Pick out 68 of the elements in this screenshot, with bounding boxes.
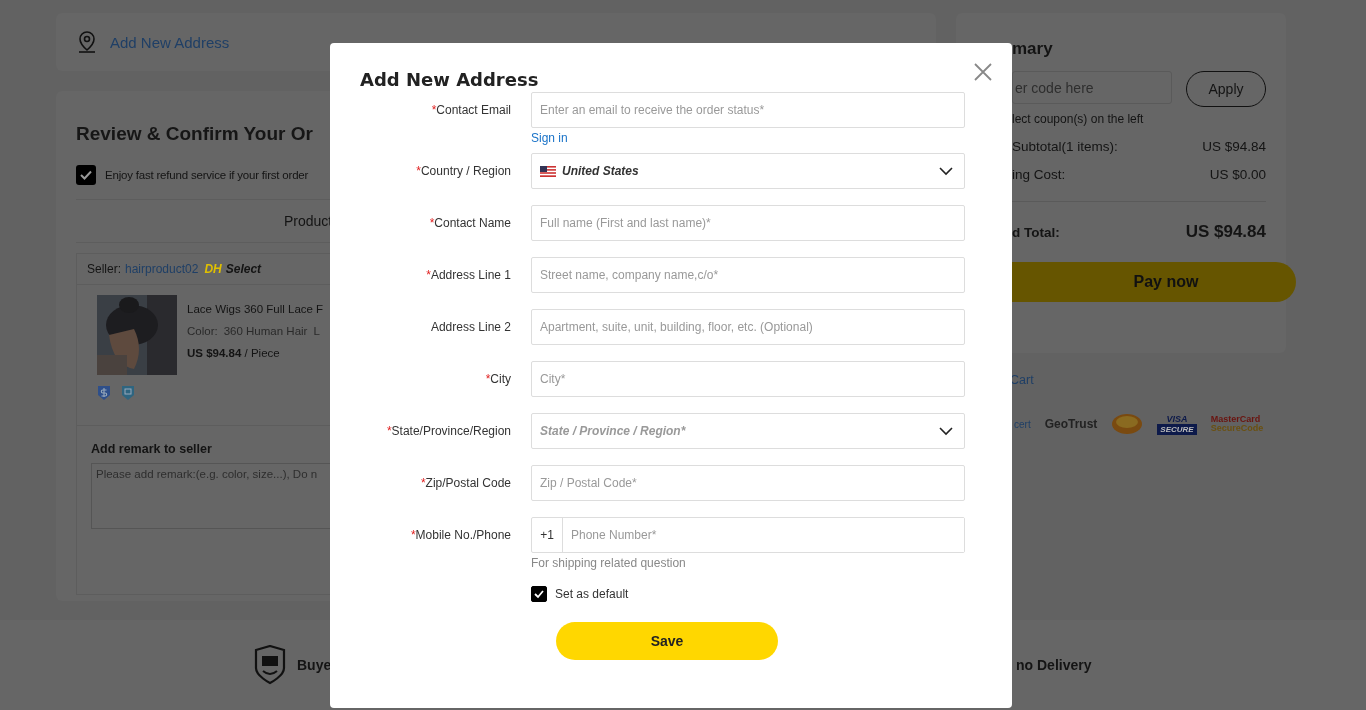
mastercard-logo: MasterCard SecureCode bbox=[1210, 415, 1264, 433]
dropdown-field[interactable]: State / Province / Region* bbox=[531, 413, 965, 449]
field-label: Address Line 2 bbox=[430, 320, 511, 334]
summary-label: ing Cost: bbox=[1012, 167, 1066, 182]
seller-label: Seller: bbox=[87, 262, 121, 276]
field-label: City bbox=[490, 372, 511, 386]
shield-dollar-icon bbox=[97, 385, 111, 401]
required-mark: * bbox=[420, 476, 426, 490]
field-label: State/Province/Region bbox=[391, 424, 511, 438]
refund-checkbox[interactable] bbox=[76, 165, 96, 185]
sign-in-link[interactable]: Sign in bbox=[531, 131, 965, 145]
shield-icon bbox=[253, 645, 287, 685]
trust-logo: GeoTrust bbox=[1044, 417, 1098, 431]
product-title: Lace Wigs 360 Full Lace F bbox=[187, 303, 324, 315]
total-value: US $94.84 bbox=[1185, 222, 1266, 242]
text-field[interactable]: Street name, company name,c/o* bbox=[531, 257, 965, 293]
phone-field[interactable]: +1 Phone Number* bbox=[531, 517, 965, 553]
text-field[interactable]: Full name (First and last name)* bbox=[531, 205, 965, 241]
footer-text: Buye bbox=[297, 657, 332, 673]
text-field[interactable]: Enter an email to receive the order status* bbox=[531, 92, 965, 128]
dialog-title: Add New Address bbox=[360, 69, 539, 90]
summary-title: mary bbox=[1012, 39, 1054, 59]
field-hint: For shipping related question bbox=[531, 556, 687, 570]
field-label: Address Line 1 bbox=[430, 268, 511, 282]
coupon-field[interactable]: er code here bbox=[1012, 71, 1172, 104]
required-mark: * bbox=[429, 216, 435, 230]
color-value: 360 Human Hair bbox=[223, 325, 308, 337]
field-label: Contact Name bbox=[434, 216, 511, 230]
default-label: Set as default bbox=[555, 587, 629, 601]
chevron-down-icon bbox=[939, 166, 953, 176]
field-label: Contact Email bbox=[436, 103, 511, 117]
required-mark: * bbox=[416, 164, 421, 178]
required-mark: * bbox=[386, 424, 392, 438]
add-address-link[interactable]: Add New Address bbox=[110, 33, 230, 51]
required-mark: * bbox=[431, 103, 437, 117]
review-title: Review & Confirm Your Or bbox=[76, 123, 313, 145]
refund-label: Enjoy fast refund service if your first order bbox=[105, 169, 309, 181]
coupon-hint: lect coupon(s) on the left bbox=[1012, 112, 1145, 126]
default-checkbox[interactable] bbox=[531, 586, 547, 602]
color-label: Color: bbox=[187, 325, 218, 337]
field-label: Mobile No./Phone bbox=[415, 528, 511, 542]
seal-icon bbox=[1111, 413, 1144, 435]
footer-text: no Delivery bbox=[1016, 657, 1092, 673]
summary-value: US $0.00 bbox=[1209, 167, 1266, 182]
text-field[interactable]: Apartment, suite, unit, building, floor, etc. (Optional) bbox=[531, 309, 965, 345]
product-price: US $94.84 bbox=[187, 347, 242, 359]
visa-logo: VISA SECURE bbox=[1157, 413, 1197, 435]
field-label: Country / Region bbox=[420, 164, 511, 178]
price-unit: / Piece bbox=[244, 347, 280, 359]
required-mark: * bbox=[485, 372, 491, 386]
close-icon[interactable] bbox=[974, 63, 992, 81]
trust-logo: cert bbox=[1014, 418, 1031, 430]
required-mark: * bbox=[426, 268, 431, 282]
seller-link[interactable]: hairproduct02 bbox=[125, 262, 199, 276]
remark-label: Add remark to seller bbox=[91, 442, 213, 456]
summary-label: Subtotal(1 items): bbox=[1012, 139, 1118, 154]
text-field[interactable]: Zip / Postal Code* bbox=[531, 465, 965, 501]
total-label: d Total: bbox=[1012, 224, 1060, 240]
dropdown-field[interactable]: United States bbox=[531, 153, 965, 189]
summary-value: US $94.84 bbox=[1202, 139, 1266, 154]
location-pin-icon bbox=[76, 30, 98, 54]
text-field[interactable]: City* bbox=[531, 361, 965, 397]
required-mark: * bbox=[410, 528, 416, 542]
save-button[interactable]: Save bbox=[556, 622, 778, 660]
chevron-down-icon bbox=[939, 426, 953, 436]
select-label: Select bbox=[225, 262, 262, 276]
dh-label: DH bbox=[204, 262, 222, 276]
check-icon bbox=[79, 168, 93, 182]
